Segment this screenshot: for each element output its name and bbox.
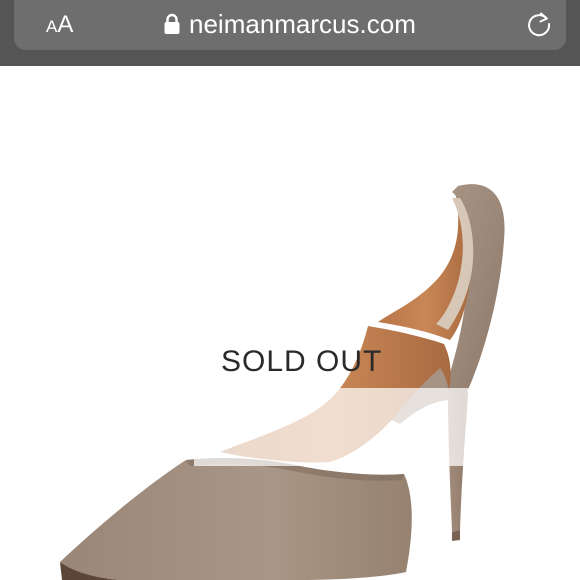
text-size-large-glyph: A <box>57 11 74 38</box>
text-size-button[interactable]: AA <box>46 8 73 42</box>
screen: AA neimanmarcus.com SOLD OUT <box>0 0 580 580</box>
product-image-area <box>0 66 580 580</box>
shoe-image[interactable] <box>0 66 580 580</box>
reload-icon[interactable] <box>524 9 554 39</box>
url-display[interactable]: neimanmarcus.com <box>163 6 416 42</box>
browser-address-bar: AA neimanmarcus.com <box>0 0 580 66</box>
text-size-small-glyph: A <box>46 17 58 36</box>
url-text: neimanmarcus.com <box>189 9 416 39</box>
lock-icon <box>164 13 180 34</box>
sold-out-label: SOLD OUT <box>221 345 383 378</box>
sold-out-banner <box>194 388 580 466</box>
